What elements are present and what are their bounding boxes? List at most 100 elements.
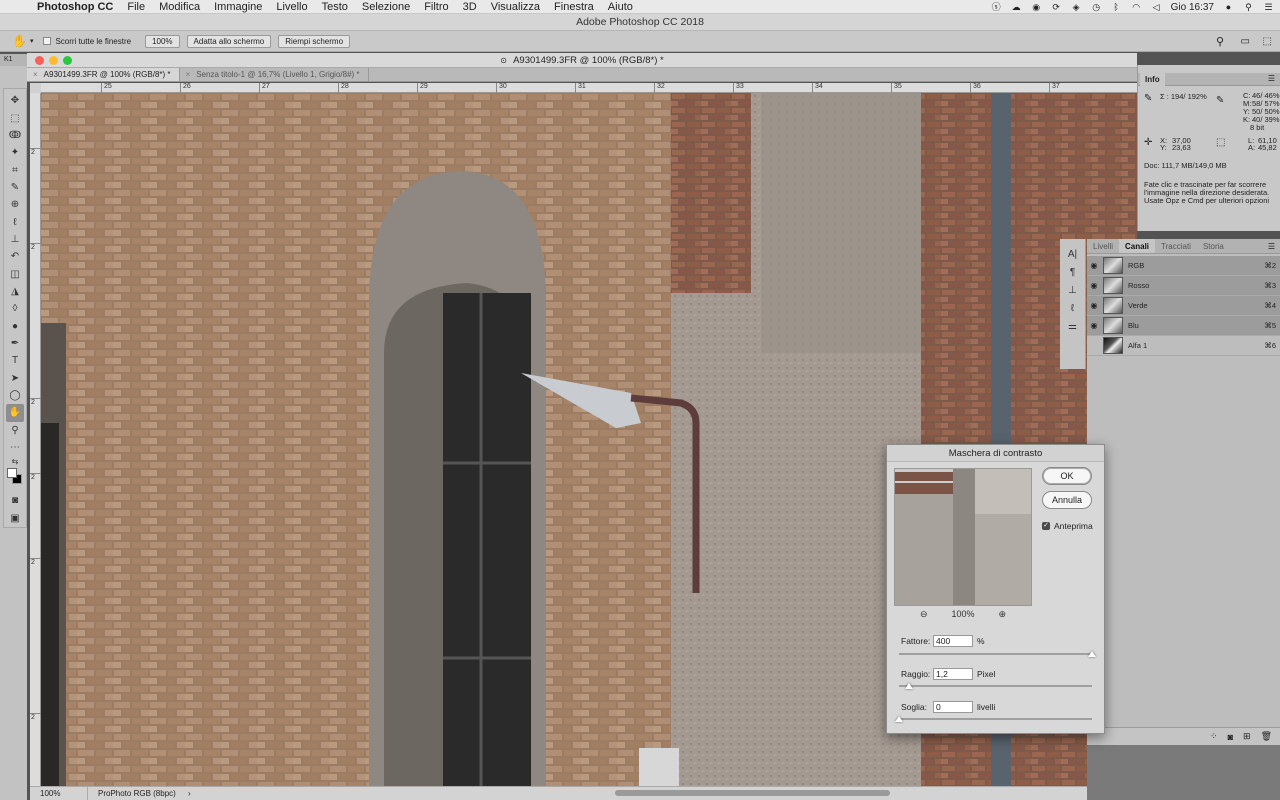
tab-a9301499[interactable]: × A9301499.3FR @ 100% (RGB/8*) * <box>27 68 180 81</box>
eraser-tool-icon[interactable]: ◫ <box>6 265 24 282</box>
tab-storia[interactable]: Storia <box>1197 239 1230 253</box>
horizontal-ruler[interactable]: 25 26 27 28 29 30 31 32 33 34 35 36 37 <box>41 83 1137 93</box>
panel-menu-icon[interactable]: ☰ <box>1268 239 1280 253</box>
tab-tracciati[interactable]: Tracciati <box>1155 239 1197 253</box>
close-window-button[interactable] <box>35 56 44 65</box>
menu-filtro[interactable]: Filtro <box>417 1 455 13</box>
cancel-button[interactable]: Annulla <box>1042 491 1092 509</box>
workspace-icon[interactable]: ▭ <box>1241 36 1250 47</box>
wifi-icon[interactable]: ◠ <box>1131 2 1142 12</box>
menu-aiuto[interactable]: Aiuto <box>601 1 640 13</box>
healing-brush-tool-icon[interactable]: ⊕ <box>6 196 24 213</box>
radius-slider-knob[interactable] <box>905 683 913 689</box>
amount-slider-knob[interactable] <box>1088 651 1096 657</box>
character-panel-icon[interactable]: A| <box>1068 249 1077 260</box>
pen-tool-icon[interactable]: ✒ <box>6 335 24 352</box>
channel-row-blu[interactable]: ◉ Blu ⌘5 <box>1087 316 1280 336</box>
paragraph-panel-icon[interactable]: ¶ <box>1070 267 1075 278</box>
quick-mask-icon[interactable]: ◙ <box>6 492 24 509</box>
collapsed-tab[interactable]: K1 <box>0 54 27 66</box>
notification-center-icon[interactable]: ☰ <box>1263 2 1274 12</box>
close-tab-icon[interactable]: × <box>33 70 38 79</box>
channel-row-verde[interactable]: ◉ Verde ⌘4 <box>1087 296 1280 316</box>
eyedropper-tool-icon[interactable]: ✎ <box>6 179 24 196</box>
hand-tool-preset-icon[interactable]: ✋ <box>12 34 27 48</box>
eye-icon[interactable]: ◉ <box>1031 2 1042 12</box>
dodge-tool-icon[interactable]: ● <box>6 317 24 334</box>
horizontal-scrollbar[interactable] <box>615 790 890 796</box>
menu-finestra[interactable]: Finestra <box>547 1 601 13</box>
chevron-right-icon[interactable]: › <box>188 787 191 800</box>
foreground-color-swatch[interactable] <box>7 468 17 479</box>
adjustments-icon[interactable]: ⚌ <box>1068 321 1077 332</box>
tab-canali[interactable]: Canali <box>1119 239 1156 253</box>
user-icon[interactable]: ● <box>1223 2 1234 12</box>
zoom-100-button[interactable]: 100% <box>145 34 180 48</box>
ruler-origin[interactable] <box>30 83 41 93</box>
panel-menu-icon[interactable]: ☰ <box>1268 74 1275 83</box>
channel-row-rosso[interactable]: ◉ Rosso ⌘3 <box>1087 276 1280 296</box>
paint-bucket-tool-icon[interactable]: ◮ <box>6 283 24 300</box>
color-swatches[interactable] <box>6 466 24 486</box>
save-selection-icon[interactable]: ◙ <box>1228 732 1233 742</box>
shape-tool-icon[interactable]: ◯ <box>6 387 24 404</box>
zoom-level[interactable]: 100% <box>30 787 88 800</box>
scroll-all-checkbox[interactable] <box>43 37 52 45</box>
cloud-icon[interactable]: ☁ <box>1011 2 1022 12</box>
eye-icon[interactable]: ◉ <box>1087 301 1101 310</box>
marquee-tool-icon[interactable]: ⬚ <box>6 109 24 126</box>
bluetooth-icon[interactable]: ᛒ <box>1111 2 1122 12</box>
close-tab-icon[interactable]: × <box>186 70 191 79</box>
zoom-in-icon[interactable]: ⊕ <box>999 609 1007 620</box>
chevron-down-icon[interactable]: ▾ <box>30 37 34 45</box>
eye-icon[interactable]: ◉ <box>1087 281 1101 290</box>
clone-source-icon[interactable]: ⊥ <box>1068 285 1077 296</box>
radius-input[interactable]: 1,2 <box>933 668 973 680</box>
brush-panel-icon[interactable]: ℓ <box>1071 303 1074 314</box>
tab-info[interactable]: Info <box>1140 73 1165 86</box>
check-icon[interactable]: ✓ <box>1042 522 1050 530</box>
skype-icon[interactable]: ⓢ <box>991 2 1002 12</box>
search-icon[interactable]: ⚲ <box>1216 35 1224 48</box>
move-tool-icon[interactable]: ✥ <box>6 92 24 109</box>
eye-icon[interactable]: ◉ <box>1087 321 1101 330</box>
lasso-tool-icon[interactable]: ↂ <box>6 127 24 144</box>
history-brush-tool-icon[interactable]: ↶ <box>6 248 24 265</box>
swap-colors-icon[interactable]: ⇆ <box>6 456 24 466</box>
menu-visualizza[interactable]: Visualizza <box>484 1 547 13</box>
vertical-ruler[interactable]: 2 2 2 2 2 2 <box>30 93 41 786</box>
zoom-tool-icon[interactable]: ⚲ <box>6 422 24 439</box>
crop-tool-icon[interactable]: ⌗ <box>6 161 24 178</box>
screen-mode-icon[interactable]: ▣ <box>6 510 24 527</box>
threshold-slider-knob[interactable] <box>895 716 903 722</box>
clone-stamp-tool-icon[interactable]: ⊥ <box>6 231 24 248</box>
sync-icon[interactable]: ⟳ <box>1051 2 1062 12</box>
amount-input[interactable]: 400 <box>933 635 973 647</box>
channel-row-rgb[interactable]: ◉ RGB ⌘2 <box>1087 256 1280 276</box>
eye-icon[interactable]: ◉ <box>1087 261 1101 270</box>
menu-app[interactable]: Photoshop CC <box>30 1 120 13</box>
ok-button[interactable]: OK <box>1042 467 1092 485</box>
dropbox-icon[interactable]: ◈ <box>1071 2 1082 12</box>
menu-modifica[interactable]: Modifica <box>152 1 207 13</box>
blur-tool-icon[interactable]: ◊ <box>6 300 24 317</box>
tab-senza-titolo[interactable]: × Senza titolo-1 @ 16,7% (Livello 1, Grig… <box>180 68 369 81</box>
radius-slider[interactable] <box>899 683 1092 689</box>
menu-testo[interactable]: Testo <box>315 1 355 13</box>
menu-3d[interactable]: 3D <box>456 1 484 13</box>
brush-tool-icon[interactable]: ℓ <box>6 213 24 230</box>
threshold-slider[interactable] <box>895 716 1092 722</box>
share-icon[interactable]: ⬚ <box>1263 36 1272 47</box>
zoom-out-icon[interactable]: ⊖ <box>920 609 928 620</box>
fill-screen-button[interactable]: Riempi schermo <box>278 34 351 48</box>
spotlight-icon[interactable]: ⚲ <box>1243 2 1254 12</box>
more-tools-icon[interactable]: ⋯ <box>6 439 24 456</box>
volume-icon[interactable]: ◁ <box>1151 2 1162 12</box>
filter-preview[interactable] <box>894 468 1032 606</box>
magic-wand-tool-icon[interactable]: ✦ <box>6 144 24 161</box>
tab-livelli[interactable]: Livelli <box>1087 239 1119 253</box>
time-machine-icon[interactable]: ◷ <box>1091 2 1102 12</box>
menu-file[interactable]: File <box>120 1 152 13</box>
type-tool-icon[interactable]: T <box>6 352 24 369</box>
channel-row-alfa-1[interactable]: Alfa 1 ⌘6 <box>1087 336 1280 356</box>
